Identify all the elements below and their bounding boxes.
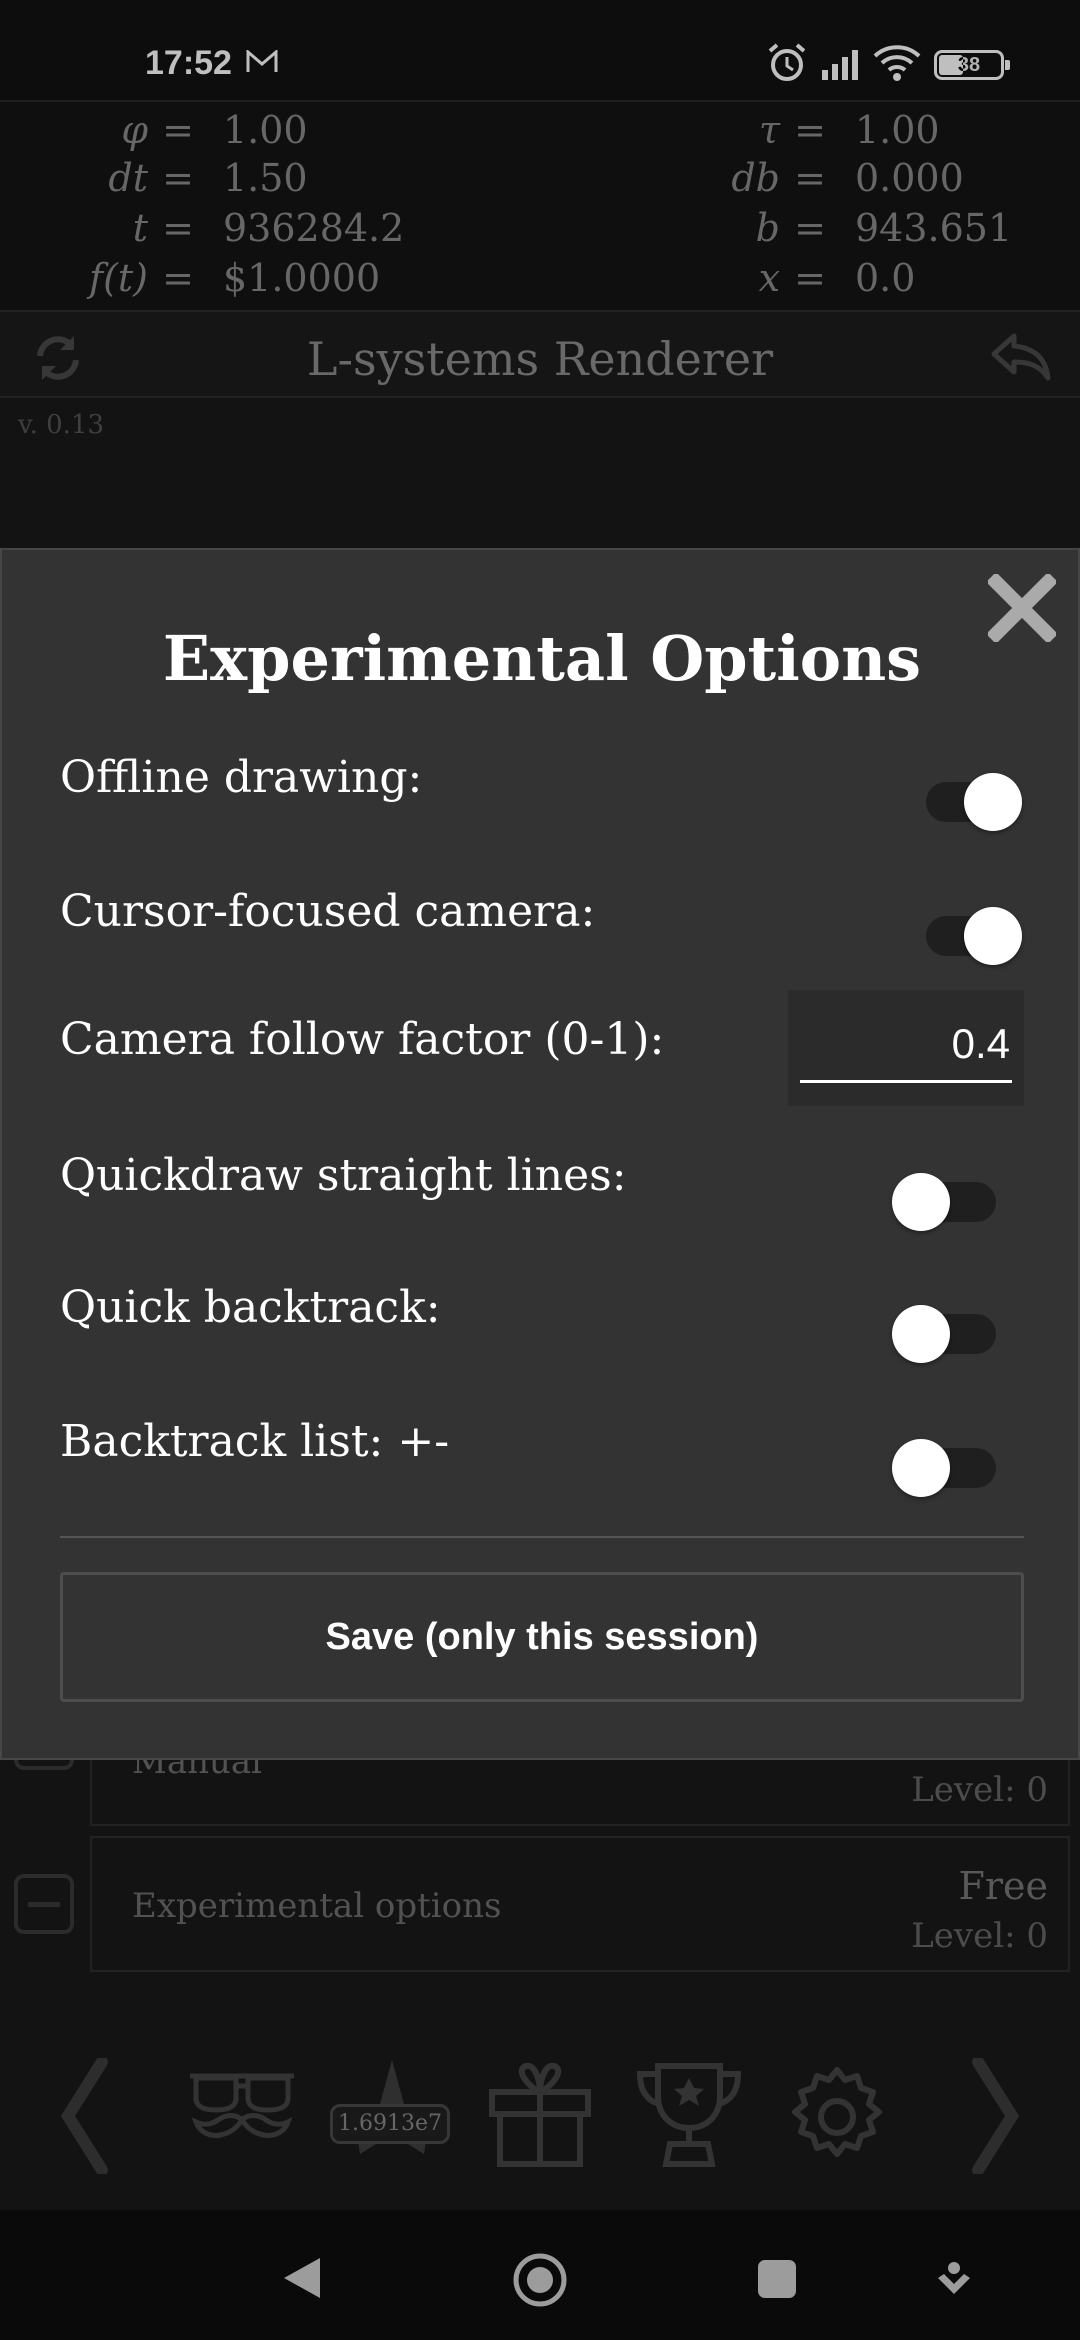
cursor-focused-camera-toggle[interactable] [926,907,1022,965]
backtrack-list-toggle[interactable] [892,1439,996,1497]
option-label-quickdraw-straight-lines: Quickdraw straight lines: [60,1150,627,1201]
save-session-button[interactable]: Save (only this session) [60,1572,1024,1702]
offline-drawing-toggle[interactable] [926,773,1022,831]
dialog-title: Experimental Options [162,622,922,695]
divider [60,1536,1024,1538]
camera-follow-factor-value: 0.4 [951,1020,1010,1067]
quickdraw-straight-lines-toggle[interactable] [892,1173,996,1231]
camera-follow-factor-input[interactable]: 0.4 [788,990,1024,1106]
quick-backtrack-toggle[interactable] [892,1305,996,1363]
option-label-offline-drawing: Offline drawing: [60,752,423,803]
option-label-backtrack-list: Backtrack list: +- [60,1416,450,1467]
experimental-options-dialog: Experimental Options Offline drawing: Cu… [0,548,1080,1760]
option-label-cursor-focused-camera: Cursor-focused camera: [60,886,596,937]
option-label-camera-follow-factor: Camera follow factor (0-1): [60,1014,665,1065]
option-label-quick-backtrack: Quick backtrack: [60,1282,441,1333]
